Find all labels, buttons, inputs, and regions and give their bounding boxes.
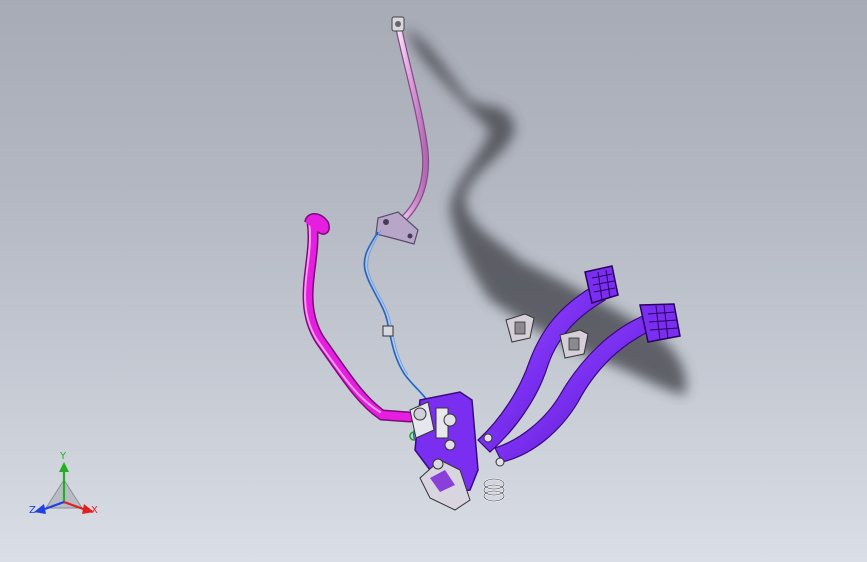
hose-bracket[interactable] — [375, 211, 419, 245]
push-rod[interactable] — [302, 213, 416, 423]
triad-z-label: Z — [29, 505, 36, 516]
model-canvas[interactable] — [0, 0, 867, 562]
triad-y-label: Y — [60, 451, 67, 462]
orientation-triad-icon[interactable] — [24, 450, 104, 530]
return-spring[interactable] — [482, 477, 506, 503]
3d-viewport[interactable]: Y X Z — [0, 0, 867, 562]
pedal-stop-bracket-left[interactable] — [505, 313, 535, 343]
pedal-box-housing[interactable] — [409, 391, 479, 511]
triad-x-label: X — [91, 505, 98, 516]
pedal-stop-bracket-right[interactable] — [559, 329, 589, 359]
